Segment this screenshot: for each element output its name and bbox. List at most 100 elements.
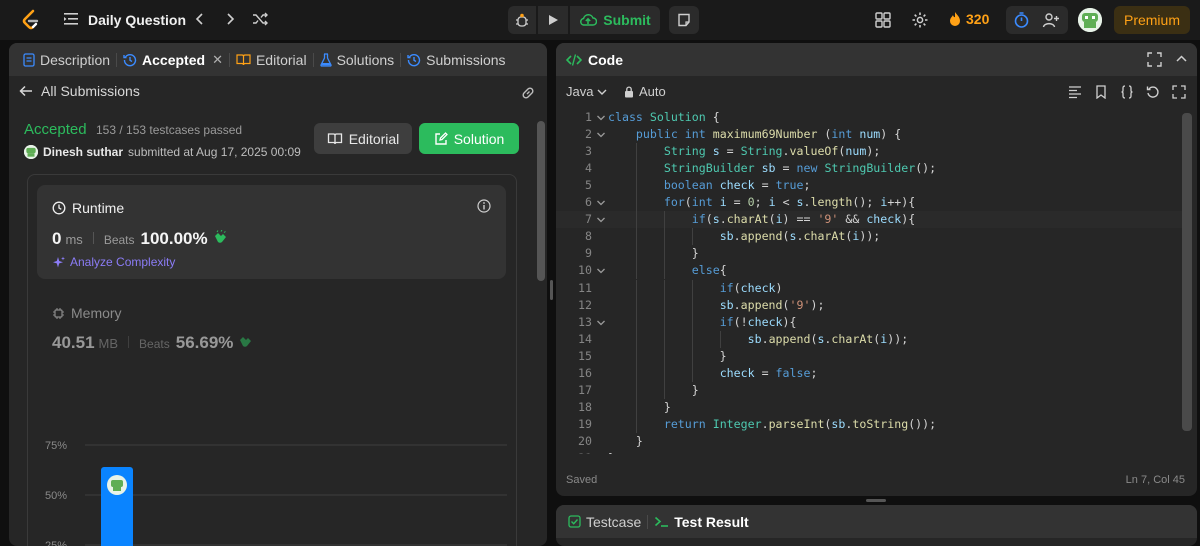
code-line[interactable]: 16 check = false; xyxy=(556,364,1186,382)
code-line[interactable]: 9 } xyxy=(556,245,1186,263)
panel-resize-handle-vertical[interactable] xyxy=(550,280,553,300)
code-line[interactable]: 19 return Integer.parseInt(sb.toString()… xyxy=(556,415,1186,433)
code-line[interactable]: 3 String s = String.valueOf(num); xyxy=(556,143,1186,161)
runtime-beats-label: Beats xyxy=(103,233,135,247)
premium-button[interactable]: Premium xyxy=(1114,6,1190,34)
code-line[interactable]: 6 for(int i = 0; i < s.length(); i++){ xyxy=(556,194,1186,212)
run-submit-group: Submit xyxy=(508,6,660,34)
code-line[interactable]: 21} xyxy=(556,450,1186,454)
chevron-up-icon[interactable] xyxy=(1174,52,1189,67)
tab-testcase[interactable]: Testcase xyxy=(568,505,641,538)
prev-question-icon[interactable] xyxy=(192,11,208,27)
fold-chevron-icon[interactable] xyxy=(596,318,606,328)
code-text: } xyxy=(608,246,699,261)
line-number: 12 xyxy=(578,297,592,312)
clock-icon xyxy=(52,201,66,215)
run-button[interactable] xyxy=(538,6,568,34)
tab-solutions[interactable]: Solutions xyxy=(314,43,401,76)
fold-chevron-icon[interactable] xyxy=(596,113,606,123)
tab-submissions[interactable]: Submissions xyxy=(401,43,511,76)
code-line[interactable]: 15 } xyxy=(556,347,1186,365)
tab-description[interactable]: Description xyxy=(17,43,116,76)
editorial-button[interactable]: Editorial xyxy=(314,123,412,154)
runtime-card[interactable]: Runtime 0 ms Beats 100.00% Analyze Compl… xyxy=(37,185,506,279)
code-line[interactable]: 8 sb.append(s.charAt(i)); xyxy=(556,228,1186,246)
reset-code-icon[interactable] xyxy=(1146,85,1160,99)
braces-icon[interactable] xyxy=(1120,85,1134,99)
settings-gear-icon[interactable] xyxy=(911,11,929,29)
add-user-icon[interactable] xyxy=(1042,11,1060,29)
code-line[interactable]: 11 if(check) xyxy=(556,279,1186,297)
maximize-icon[interactable] xyxy=(1147,52,1162,67)
memory-heading[interactable]: Memory xyxy=(52,305,122,321)
next-question-icon[interactable] xyxy=(222,11,238,27)
code-text: sb.append(s.charAt(i)); xyxy=(719,229,881,244)
code-scrollbar[interactable] xyxy=(1182,113,1192,431)
all-submissions-link[interactable]: All Submissions xyxy=(19,83,140,99)
line-number: 7 xyxy=(585,212,592,227)
analyze-complexity-link[interactable]: Analyze Complexity xyxy=(52,255,175,269)
memory-values[interactable]: 40.51 MB Beats 56.69% xyxy=(52,333,253,353)
fold-chevron-icon[interactable] xyxy=(596,198,606,208)
page-title[interactable]: Daily Question xyxy=(88,12,186,28)
test-result-label: Test Result xyxy=(674,513,749,530)
fold-chevron-icon[interactable] xyxy=(596,130,606,140)
code-editor[interactable]: 1 class Solution {2 public int maximum69N… xyxy=(556,109,1186,454)
tab-accepted[interactable]: Accepted ✕ xyxy=(117,43,229,76)
timer-invite-group xyxy=(1006,6,1068,34)
tab-test-result[interactable]: Test Result xyxy=(654,505,749,538)
console-panel: Testcase Test Result xyxy=(556,505,1197,546)
submit-button[interactable]: Submit xyxy=(570,6,660,34)
line-number: 4 xyxy=(585,161,592,176)
share-link-icon[interactable] xyxy=(520,85,536,101)
chevron-down-icon xyxy=(597,89,607,95)
author-name[interactable]: Dinesh suthar xyxy=(43,145,123,159)
code-line[interactable]: 17 } xyxy=(556,381,1186,399)
layout-icon[interactable] xyxy=(874,11,892,29)
author-avatar[interactable] xyxy=(24,145,38,159)
panel-resize-handle-horizontal[interactable] xyxy=(866,499,886,502)
shuffle-icon[interactable] xyxy=(252,11,268,27)
solution-button[interactable]: Solution xyxy=(419,123,519,154)
notes-button[interactable] xyxy=(669,6,699,34)
tab-editorial[interactable]: Editorial xyxy=(230,43,313,76)
code-line[interactable]: 18 } xyxy=(556,398,1186,416)
code-line[interactable]: 12 sb.append('9'); xyxy=(556,296,1186,314)
fold-chevron-icon[interactable] xyxy=(596,215,606,225)
code-line[interactable]: 14 sb.append(s.charAt(i)); xyxy=(556,330,1186,348)
code-text: boolean check = true; xyxy=(663,178,811,193)
stopwatch-icon[interactable] xyxy=(1013,11,1030,29)
streak-counter[interactable]: 320 xyxy=(948,11,989,27)
language-select[interactable]: Java xyxy=(566,84,607,99)
code-line[interactable]: 13 if(!check){ xyxy=(556,313,1186,331)
auto-mode-toggle[interactable]: Auto xyxy=(624,84,666,99)
code-line[interactable]: 7 if(s.charAt(i) == '9' && check){ xyxy=(556,211,1186,229)
bookmark-icon[interactable] xyxy=(1094,85,1108,99)
left-scrollbar[interactable] xyxy=(537,121,545,281)
tab-accepted-label: Accepted xyxy=(142,51,206,68)
code-line[interactable]: 1 class Solution { xyxy=(556,109,1186,126)
code-text: } xyxy=(608,433,643,448)
debug-button[interactable] xyxy=(508,6,536,34)
leetcode-logo[interactable] xyxy=(20,9,42,31)
user-avatar[interactable] xyxy=(1078,8,1102,32)
close-tab-icon[interactable]: ✕ xyxy=(212,52,223,68)
submitted-at: submitted at Aug 17, 2025 00:09 xyxy=(128,145,301,159)
fold-chevron-icon[interactable] xyxy=(596,266,606,276)
fullscreen-icon[interactable] xyxy=(1172,85,1186,99)
line-number: 9 xyxy=(585,246,592,261)
runtime-value: 0 xyxy=(52,229,62,248)
code-line[interactable]: 2 public int maximum69Number (int num) { xyxy=(556,126,1186,143)
analyze-complexity-label: Analyze Complexity xyxy=(70,255,176,269)
code-line[interactable]: 20 } xyxy=(556,433,1186,450)
format-code-icon[interactable] xyxy=(1068,85,1082,99)
book-icon xyxy=(327,133,342,145)
info-icon[interactable] xyxy=(477,199,491,213)
problem-list-icon[interactable] xyxy=(64,12,78,26)
code-line[interactable]: 4 StringBuilder sb = new StringBuilder()… xyxy=(556,160,1186,178)
code-text: public int maximum69Number (int num) { xyxy=(635,127,902,142)
chart-bars[interactable] xyxy=(101,467,133,546)
code-line[interactable]: 5 boolean check = true; xyxy=(556,177,1186,195)
code-line[interactable]: 10 else{ xyxy=(556,262,1186,280)
cloud-upload-icon xyxy=(580,14,598,26)
